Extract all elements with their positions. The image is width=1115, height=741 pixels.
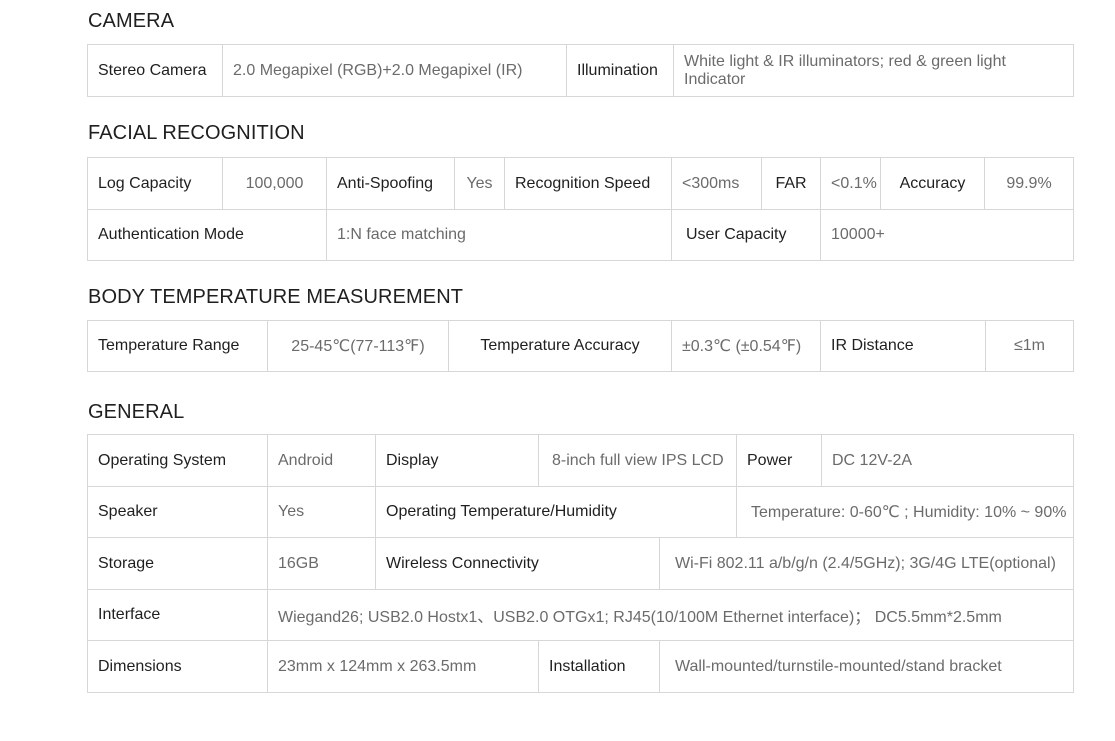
storage-value: 16GB: [267, 537, 376, 590]
table-row: Operating System Android Display 8-inch …: [87, 434, 1074, 487]
anti-spoofing-value: Yes: [454, 157, 505, 210]
anti-spoofing-label: Anti-Spoofing: [326, 157, 455, 210]
ir-distance-label: IR Distance: [820, 320, 986, 372]
speaker-label: Speaker: [87, 486, 268, 538]
table-row: Storage 16GB Wireless Connectivity Wi-Fi…: [87, 537, 1074, 590]
body-temp-spec-table: Temperature Range 25-45℃(77-113℉) Temper…: [87, 320, 1074, 372]
temperature-range-value: 25-45℃(77-113℉): [267, 320, 449, 372]
table-row: Log Capacity 100,000 Anti-Spoofing Yes R…: [87, 157, 1074, 210]
dimensions-value: 23mm x 124mm x 263.5mm: [267, 640, 539, 693]
table-row: Dimensions 23mm x 124mm x 263.5mm Instal…: [87, 640, 1074, 693]
table-row: Stereo Camera 2.0 Megapixel (RGB)+2.0 Me…: [87, 44, 1074, 97]
far-label: FAR: [761, 157, 821, 210]
table-row: Interface Wiegand26; USB2.0 Hostx1、USB2.…: [87, 589, 1074, 641]
general-section-title: GENERAL: [88, 401, 185, 423]
operating-temperature-value: Temperature: 0-60℃ ; Humidity: 10% ~ 90%: [736, 486, 1074, 538]
far-value: <0.1%: [820, 157, 881, 210]
wireless-connectivity-label: Wireless Connectivity: [375, 537, 660, 590]
ir-distance-value: ≤1m: [985, 320, 1074, 372]
general-spec-table: Operating System Android Display 8-inch …: [87, 434, 1074, 693]
table-row: Speaker Yes Operating Temperature/Humidi…: [87, 486, 1074, 538]
dimensions-label: Dimensions: [87, 640, 268, 693]
stereo-camera-value: 2.0 Megapixel (RGB)+2.0 Megapixel (IR): [222, 44, 567, 97]
operating-system-value: Android: [267, 434, 376, 487]
installation-label: Installation: [538, 640, 660, 693]
recognition-speed-label: Recognition Speed: [504, 157, 672, 210]
display-label: Display: [375, 434, 539, 487]
temperature-range-label: Temperature Range: [87, 320, 268, 372]
interface-label: Interface: [87, 589, 268, 641]
recognition-speed-value: <300ms: [671, 157, 762, 210]
log-capacity-label: Log Capacity: [87, 157, 223, 210]
table-row: Temperature Range 25-45℃(77-113℉) Temper…: [87, 320, 1074, 372]
speaker-value: Yes: [267, 486, 376, 538]
storage-label: Storage: [87, 537, 268, 590]
display-value: 8-inch full view IPS LCD: [538, 434, 737, 487]
illumination-label: Illumination: [566, 44, 674, 97]
accuracy-label: Accuracy: [880, 157, 985, 210]
operating-system-label: Operating System: [87, 434, 268, 487]
illumination-value: White light & IR illuminators; red & gre…: [673, 44, 1074, 97]
power-label: Power: [736, 434, 822, 487]
facial-section-title: FACIAL RECOGNITION: [88, 122, 305, 144]
camera-section-title: CAMERA: [88, 10, 175, 32]
operating-temperature-label: Operating Temperature/Humidity: [375, 486, 737, 538]
camera-spec-table: Stereo Camera 2.0 Megapixel (RGB)+2.0 Me…: [87, 44, 1074, 97]
interface-value: Wiegand26; USB2.0 Hostx1、USB2.0 OTGx1; R…: [267, 589, 1074, 641]
installation-value: Wall-mounted/turnstile-mounted/stand bra…: [659, 640, 1074, 693]
facial-spec-table: Log Capacity 100,000 Anti-Spoofing Yes R…: [87, 157, 1074, 261]
temperature-accuracy-label: Temperature Accuracy: [448, 320, 672, 372]
authentication-mode-label: Authentication Mode: [87, 209, 327, 261]
wireless-connectivity-value: Wi-Fi 802.11 a/b/g/n (2.4/5GHz); 3G/4G L…: [659, 537, 1074, 590]
body-temp-section-title: BODY TEMPERATURE MEASUREMENT: [88, 286, 464, 308]
power-value: DC 12V-2A: [821, 434, 1074, 487]
authentication-mode-value: 1:N face matching: [326, 209, 672, 261]
table-row: Authentication Mode 1:N face matching Us…: [87, 209, 1074, 261]
user-capacity-value: 10000+: [820, 209, 1074, 261]
temperature-accuracy-value: ±0.3℃ (±0.54℉): [671, 320, 821, 372]
accuracy-value: 99.9%: [984, 157, 1074, 210]
user-capacity-label: User Capacity: [671, 209, 821, 261]
stereo-camera-label: Stereo Camera: [87, 44, 223, 97]
log-capacity-value: 100,000: [222, 157, 327, 210]
